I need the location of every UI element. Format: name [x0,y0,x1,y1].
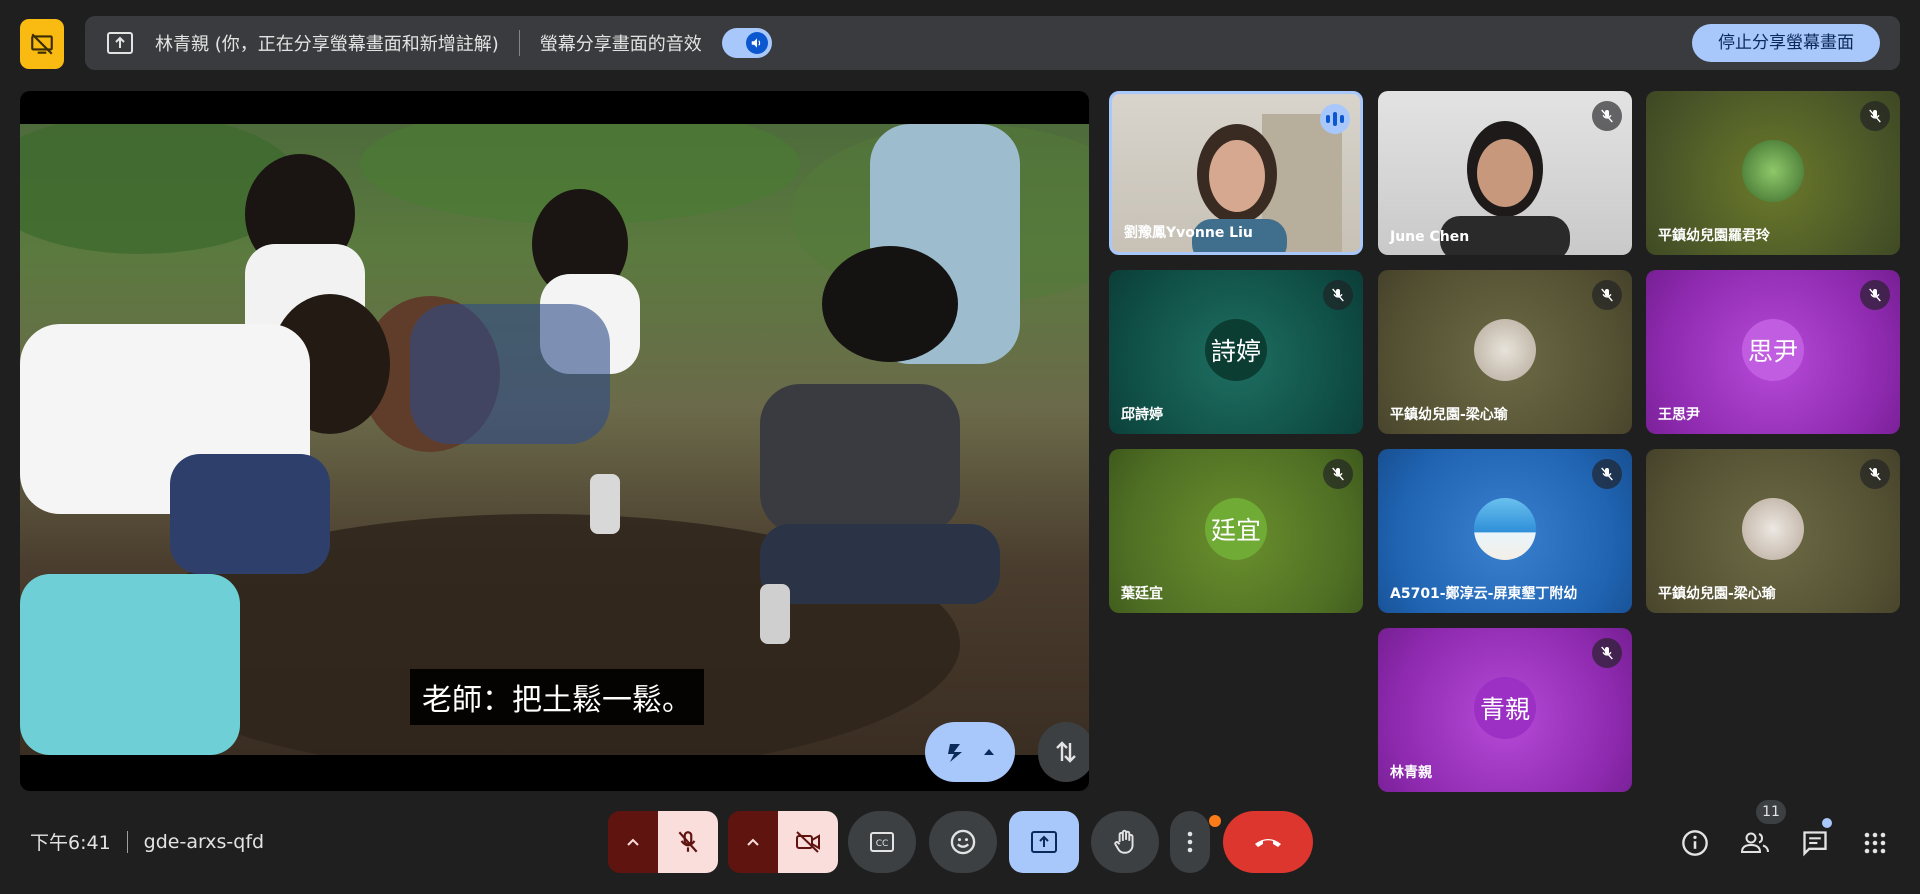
more-options-button[interactable] [1170,811,1210,873]
participant-tile-ye-tingyi[interactable]: 廷宜 葉廷宜 [1109,449,1363,613]
participant-name: 平鎮幼兒園-梁心瑜 [1390,407,1508,423]
participant-tile-zheng-chunyun[interactable]: A5701-鄭淳云-屏東墾丁附幼 [1378,449,1632,613]
avatar: 思尹 [1742,319,1804,381]
participant-tile-liang-xinyu-2[interactable]: 平鎮幼兒園-梁心瑜 [1646,449,1900,613]
shared-video-frame [20,124,1089,755]
screen-share-off-icon[interactable] [20,19,64,69]
participant-name: 邱詩婷 [1121,407,1163,423]
participant-count-badge: 11 [1756,800,1786,824]
avatar [1742,140,1804,202]
activities-icon[interactable] [1858,826,1892,860]
mic-muted-icon [1860,459,1890,489]
share-audio-label: 螢幕分享畫面的音效 [539,34,702,55]
participant-tile-june-chen[interactable]: June Chen [1378,91,1632,255]
mic-muted-icon [1592,638,1622,668]
presenting-banner: 林青親 (你，正在分享螢幕畫面和新增註解) 螢幕分享畫面的音效 停止分享螢幕畫面 [85,16,1900,70]
mic-muted-icon [1592,101,1622,131]
present-to-all-icon [1031,831,1057,853]
more-vert-icon [1187,831,1193,853]
meeting-code[interactable]: gde-arxs-qfd [144,831,264,853]
camera-toggle-button[interactable] [778,811,838,873]
participant-name: June Chen [1390,229,1470,245]
avatar: 廷宜 [1205,498,1267,560]
camera-control [728,811,838,873]
avatar: 青親 [1474,677,1536,739]
participant-name: 王思尹 [1658,407,1700,423]
avatar: 詩婷 [1205,319,1267,381]
mic-muted-icon [1323,280,1353,310]
meeting-info-divider [126,830,128,853]
present-button[interactable] [1009,811,1079,873]
share-audio-toggle[interactable] [721,28,772,58]
video-options-button[interactable] [728,811,778,873]
mic-toggle-button[interactable] [658,811,718,873]
swap-tiles-icon[interactable] [1038,722,1089,782]
mic-muted-icon [1860,101,1890,131]
participant-tile-wang-siyin[interactable]: 思尹 王思尹 [1646,270,1900,434]
participant-name: 葉廷宜 [1121,586,1163,602]
emoji-icon [950,829,976,855]
chevron-up-icon [627,838,639,846]
closed-captions-icon: CC [870,832,894,852]
visual-effects-button[interactable] [925,722,1015,782]
mic-muted-icon [1592,280,1622,310]
presenter-status-text: 林青親 (你，正在分享螢幕畫面和新增註解) [155,34,499,55]
participant-tile-qiu-shiting[interactable]: 詩婷 邱詩婷 [1109,270,1363,434]
meeting-time: 下午6:41 [30,832,111,854]
mic-muted-icon [1592,459,1622,489]
reactions-button[interactable] [929,811,997,873]
svg-text:CC: CC [876,839,889,849]
participant-tile-liang-xinyu[interactable]: 平鎮幼兒園-梁心瑜 [1378,270,1632,434]
captions-button[interactable]: CC [848,811,916,873]
stop-sharing-button[interactable]: 停止分享螢幕畫面 [1692,24,1880,62]
participant-name: 平鎮幼兒園-梁心瑜 [1658,586,1776,602]
leave-call-button[interactable] [1223,811,1313,873]
mic-muted-icon [1323,459,1353,489]
audio-options-button[interactable] [608,811,658,873]
participant-tile-luo-junling[interactable]: 平鎮幼兒園羅君玲 [1646,91,1900,255]
avatar [1474,498,1536,560]
camera-off-icon [796,831,820,853]
participant-name: 平鎮幼兒園羅君玲 [1658,228,1770,244]
meeting-details-icon[interactable] [1678,826,1712,860]
participant-tile-self[interactable]: 青親 林青親 [1378,628,1632,792]
mic-off-icon [678,831,698,853]
chat-icon[interactable] [1798,826,1832,860]
people-icon[interactable] [1738,826,1772,860]
video-caption: 老師：把土鬆一鬆。 [410,669,704,725]
shared-screen-video: 老師：把土鬆一鬆。 [20,91,1089,791]
mic-muted-icon [1860,280,1890,310]
notification-dot [1209,815,1221,827]
present-icon [105,28,135,58]
participant-name: 林青親 [1390,765,1432,781]
chevron-up-icon [747,838,759,846]
avatar [1474,319,1536,381]
participant-name: 劉豫鳳Yvonne Liu [1124,225,1253,241]
call-end-icon [1255,839,1281,847]
volume-icon [745,32,768,54]
chat-notification-dot [1822,818,1832,828]
participant-name: A5701-鄭淳云-屏東墾丁附幼 [1390,586,1578,602]
microphone-control [608,811,718,873]
participant-tile-yvonne-liu[interactable]: 劉豫鳳Yvonne Liu [1109,91,1363,255]
raise-hand-button[interactable] [1091,811,1159,873]
avatar [1742,498,1804,560]
speaking-indicator-icon [1320,104,1350,134]
banner-divider [518,30,520,56]
hand-icon [1114,829,1134,854]
meeting-info: 下午6:41 gde-arxs-qfd [30,828,264,855]
